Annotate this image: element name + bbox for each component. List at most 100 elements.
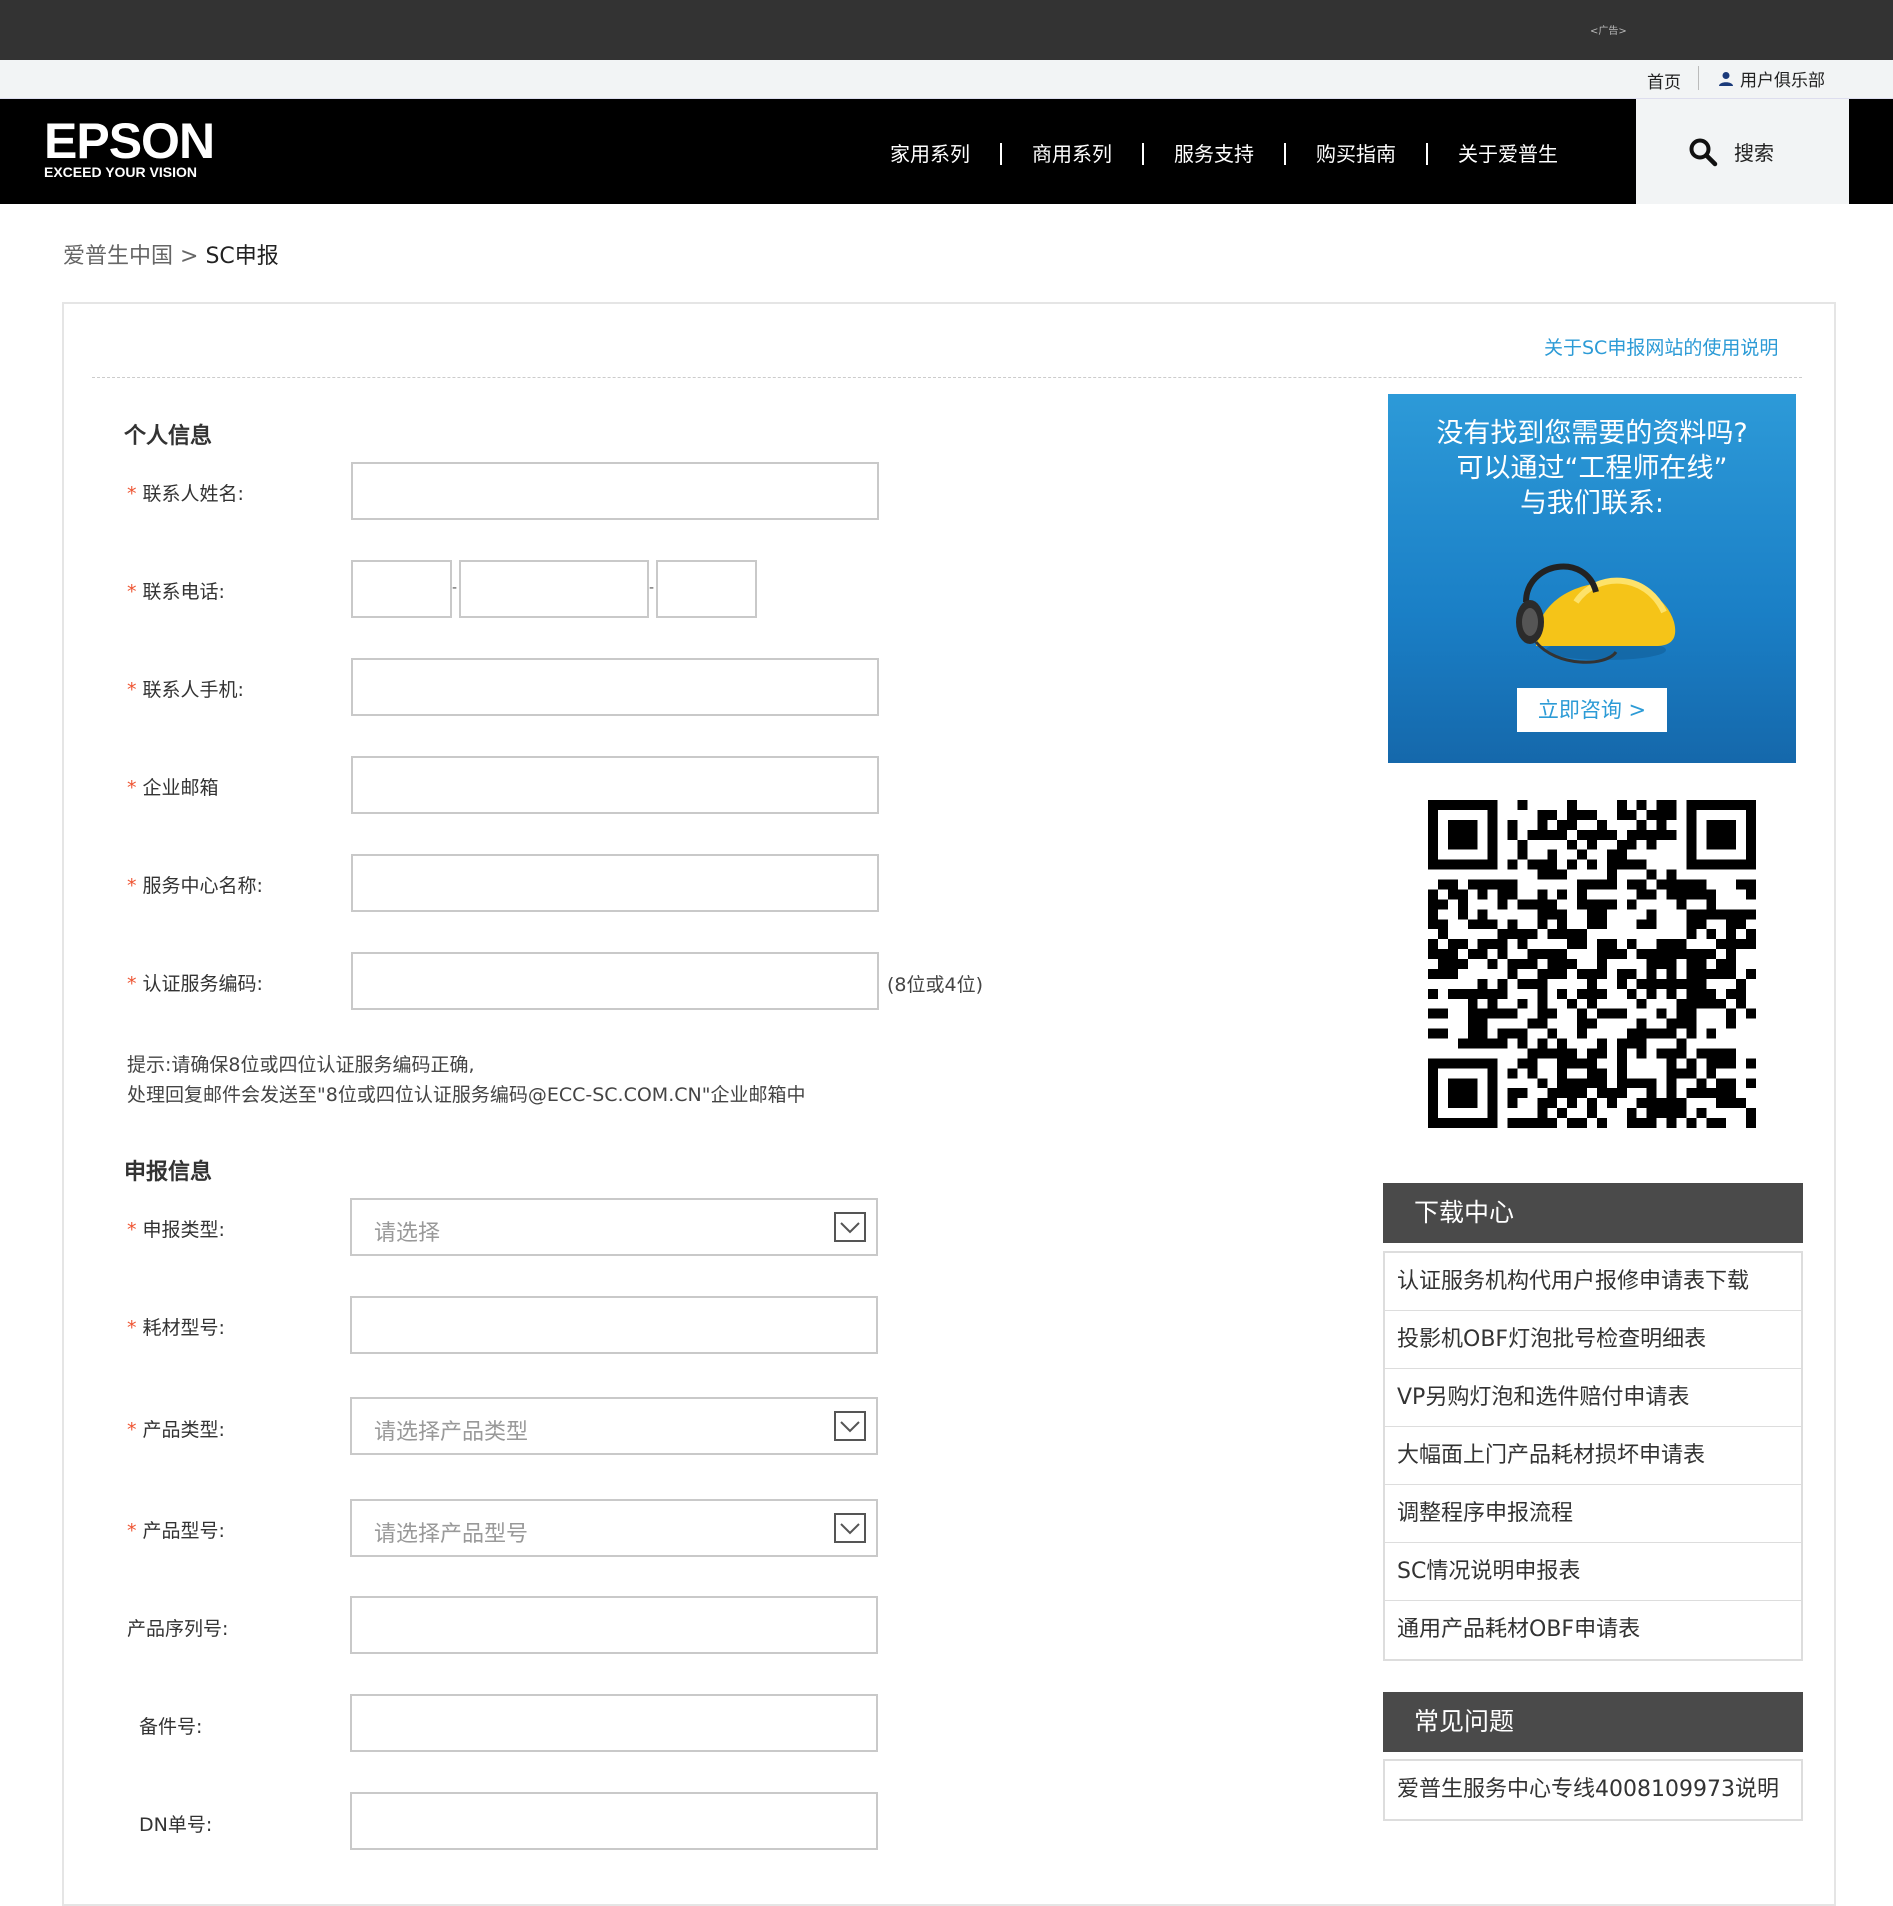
breadcrumb-home[interactable]: 爱普生中国	[63, 244, 173, 269]
tip-line-2: 处理回复邮件会发送至"8位或四位认证服务编码@ECC-SC.COM.CN"企业邮…	[127, 1084, 806, 1106]
dn-number-label: DN单号:	[139, 1814, 213, 1836]
promo-line-2: 可以通过“工程师在线”	[1456, 453, 1728, 484]
faq-item[interactable]: 爱普生服务中心专线4008109973说明	[1385, 1761, 1801, 1819]
phone-label: * 联系电话:	[127, 577, 225, 604]
service-code-input[interactable]	[351, 952, 879, 1010]
mobile-input[interactable]	[351, 658, 879, 716]
email-label-text: 企业邮箱	[142, 777, 219, 799]
download-item[interactable]: 投影机OBF灯泡批号检查明细表	[1385, 1311, 1801, 1369]
phone-extension-input[interactable]	[656, 560, 757, 618]
report-type-label-text: 申报类型:	[142, 1219, 225, 1241]
service-code-label: * 认证服务编码:	[127, 969, 263, 996]
nav-about-epson[interactable]: 关于爱普生	[1426, 143, 1588, 165]
product-type-placeholder: 请选择产品类型	[374, 1420, 529, 1445]
download-item[interactable]: 大幅面上门产品耗材损坏申请表	[1385, 1427, 1801, 1485]
phone-area-code-input[interactable]	[351, 560, 452, 618]
utility-bar	[0, 60, 1893, 99]
download-item[interactable]: VP另购灯泡和选件赔付申请表	[1385, 1369, 1801, 1427]
breadcrumb-separator: >	[180, 244, 199, 269]
phone-number-input[interactable]	[459, 560, 649, 618]
chevron-down-icon	[834, 1513, 866, 1543]
required-mark: *	[127, 1520, 137, 1542]
logo-brand: EPSON	[44, 113, 215, 169]
nav-buying-guide[interactable]: 购买指南	[1284, 143, 1426, 165]
promo-line-3: 与我们联系:	[1519, 488, 1665, 519]
required-mark: *	[127, 875, 137, 897]
required-mark: *	[127, 973, 137, 995]
user-icon	[1719, 71, 1733, 86]
promo-line-1: 没有找到您需要的资料吗?	[1436, 418, 1748, 449]
part-number-input[interactable]	[350, 1694, 878, 1752]
consult-now-button[interactable]: 立即咨询 >	[1517, 688, 1667, 732]
download-item[interactable]: 调整程序申报流程	[1385, 1485, 1801, 1543]
product-type-label-text: 产品类型:	[142, 1419, 225, 1441]
serial-number-label: 产品序列号:	[127, 1618, 229, 1640]
phone-label-text: 联系电话:	[142, 581, 225, 603]
product-type-select[interactable]: 请选择产品类型	[350, 1397, 878, 1455]
nav-business-series[interactable]: 商用系列	[1000, 143, 1142, 165]
required-mark: *	[127, 1317, 137, 1339]
download-item[interactable]: 认证服务机构代用户报修申请表下载	[1385, 1253, 1801, 1311]
home-link[interactable]: 首页	[1647, 68, 1681, 93]
breadcrumb-current: SC申报	[205, 244, 279, 269]
dn-number-input[interactable]	[350, 1792, 878, 1850]
required-mark: *	[127, 581, 137, 603]
required-mark: *	[127, 777, 137, 799]
product-type-label: * 产品类型:	[127, 1415, 225, 1442]
report-type-label: * 申报类型:	[127, 1215, 225, 1242]
logo-tagline: EXCEED YOUR VISION	[44, 164, 198, 180]
search-label: 搜索	[1734, 141, 1774, 165]
epson-logo[interactable]: EPSON EXCEED YOUR VISION	[44, 113, 215, 180]
service-center-label: * 服务中心名称:	[127, 871, 263, 898]
service-center-input[interactable]	[351, 854, 879, 912]
search-button[interactable]: 搜索	[1636, 99, 1849, 204]
report-type-select[interactable]: 请选择	[350, 1198, 878, 1256]
nav-service-support[interactable]: 服务支持	[1142, 143, 1284, 165]
engineer-online-banner[interactable]: 没有找到您需要的资料吗? 可以通过“工程师在线” 与我们联系: 立即咨询 >	[1388, 394, 1796, 763]
ad-bar: <广告>	[0, 0, 1893, 60]
report-info-title: 申报信息	[124, 1160, 213, 1185]
chevron-down-icon	[834, 1411, 866, 1441]
dashed-divider	[92, 377, 1802, 378]
email-label: * 企业邮箱	[127, 773, 219, 800]
consumable-model-input[interactable]	[350, 1296, 878, 1354]
product-model-label: * 产品型号:	[127, 1516, 225, 1543]
mobile-label-text: 联系人手机:	[142, 679, 244, 701]
serial-number-input[interactable]	[350, 1596, 878, 1654]
required-mark: *	[127, 483, 137, 505]
contact-name-label: * 联系人姓名:	[127, 479, 244, 506]
user-club-link[interactable]: 用户俱乐部	[1718, 66, 1825, 91]
usage-instructions-link[interactable]: 关于SC申报网站的使用说明	[1544, 333, 1778, 360]
faq-list: 爱普生服务中心专线4008109973说明	[1383, 1759, 1803, 1821]
user-club-label: 用户俱乐部	[1740, 71, 1825, 91]
part-number-label: 备件号:	[139, 1716, 203, 1738]
download-list: 认证服务机构代用户报修申请表下载 投影机OBF灯泡批号检查明细表 VP另购灯泡和…	[1383, 1251, 1803, 1661]
search-icon	[1689, 138, 1718, 166]
ad-label: <广告>	[1590, 26, 1627, 37]
required-mark: *	[127, 679, 137, 701]
tip-line-1: 提示:请确保8位或四位认证服务编码正确,	[127, 1054, 475, 1076]
download-center-header: 下载中心	[1383, 1183, 1803, 1243]
required-mark: *	[127, 1419, 137, 1441]
product-model-placeholder: 请选择产品型号	[374, 1522, 529, 1547]
personal-info-title: 个人信息	[124, 424, 213, 449]
download-item[interactable]: 通用产品耗材OBF申请表	[1385, 1601, 1801, 1659]
mobile-label: * 联系人手机:	[127, 675, 244, 702]
product-model-select[interactable]: 请选择产品型号	[350, 1499, 878, 1557]
service-center-label-text: 服务中心名称:	[142, 875, 263, 897]
contact-name-input[interactable]	[351, 462, 879, 520]
email-input[interactable]	[351, 756, 879, 814]
download-item[interactable]: SC情况说明申报表	[1385, 1543, 1801, 1601]
utility-divider	[1698, 66, 1699, 90]
qr-code	[1428, 800, 1756, 1128]
required-mark: *	[127, 1219, 137, 1241]
phone-separator: -	[452, 580, 458, 596]
nav-home-series[interactable]: 家用系列	[860, 143, 1000, 165]
service-code-hint: (8位或4位)	[887, 974, 984, 996]
promo-text: 没有找到您需要的资料吗? 可以通过“工程师在线” 与我们联系:	[1388, 416, 1796, 521]
consumable-model-label-text: 耗材型号:	[142, 1317, 225, 1339]
breadcrumb: 爱普生中国 > SC申报	[63, 238, 279, 270]
faq-header: 常见问题	[1383, 1692, 1803, 1752]
phone-separator: -	[649, 580, 655, 596]
contact-name-label-text: 联系人姓名:	[142, 483, 244, 505]
